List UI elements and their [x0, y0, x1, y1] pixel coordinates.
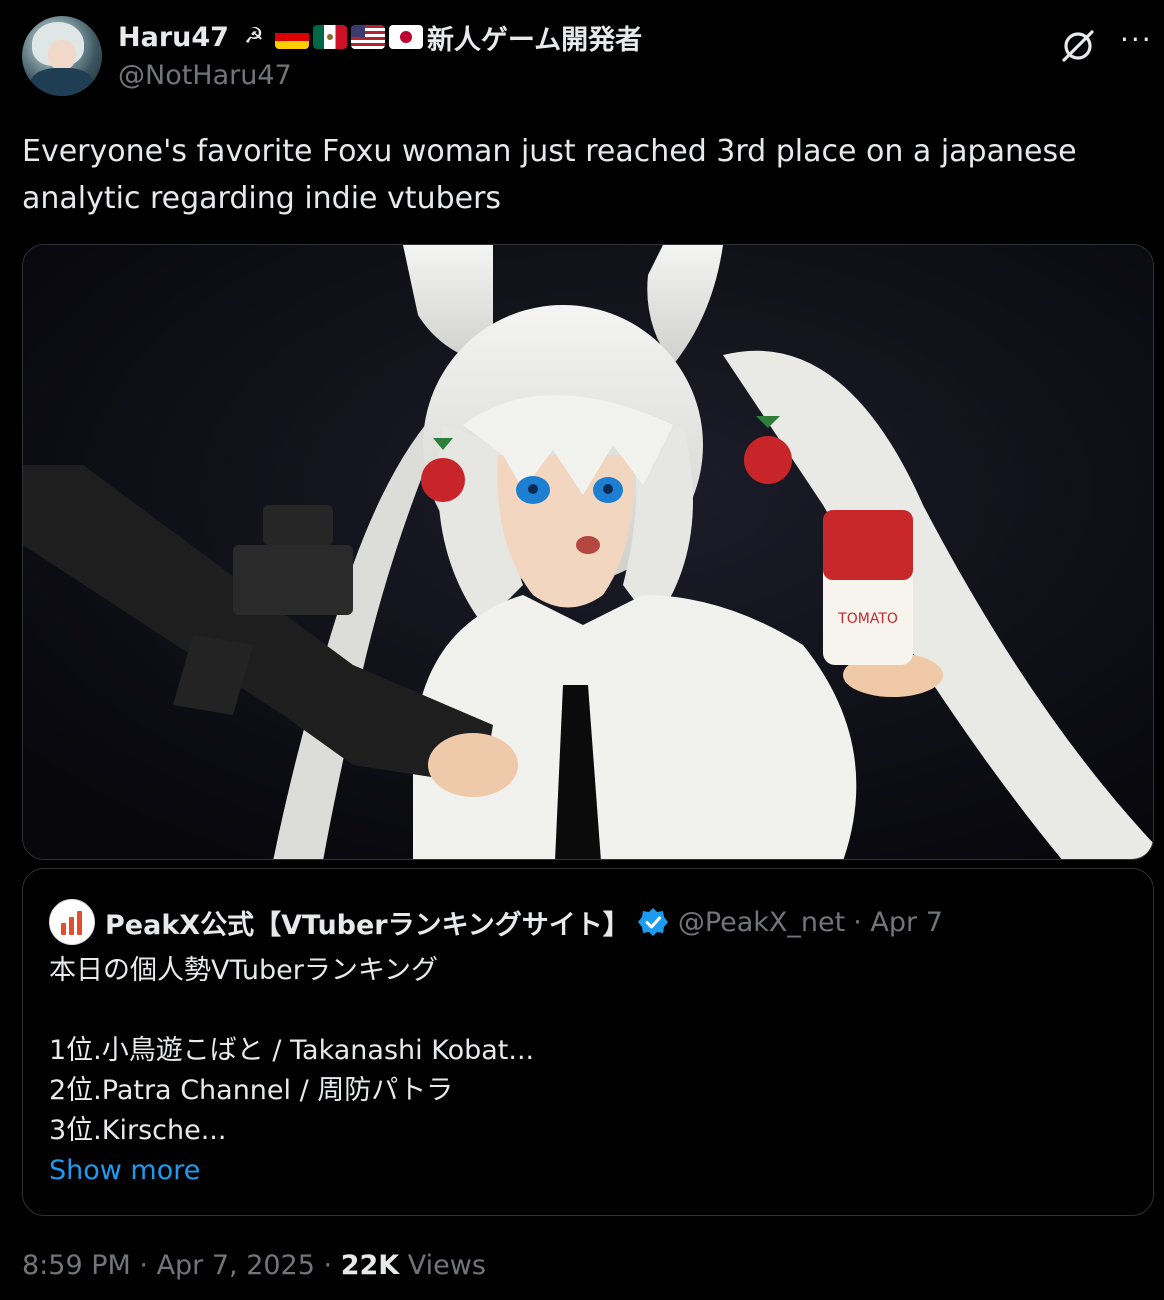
- quote-line: 1位.小鳥遊こばと / Takanashi Kobat...: [49, 1035, 535, 1066]
- peakx-avatar[interactable]: [49, 899, 95, 945]
- quoted-tweet[interactable]: PeakX公式【VTuberランキングサイト】 @PeakX_net · Apr…: [22, 868, 1154, 1216]
- quote-line: 2位.Patra Channel / 周防パトラ: [49, 1075, 454, 1106]
- grok-icon[interactable]: [1058, 26, 1098, 66]
- quote-line: 本日の個人勢VTuberランキング: [49, 955, 439, 986]
- symbol-icon: ☭: [244, 25, 264, 49]
- tweet-time[interactable]: 8:59 PM: [22, 1250, 131, 1281]
- tweet-header: Haru47 ☭ 新人ゲーム開発者 @NotHaru47 ···: [22, 16, 1151, 98]
- quoted-author-handle[interactable]: @PeakX_net: [678, 907, 845, 938]
- author-handle[interactable]: @NotHaru47: [118, 60, 642, 91]
- author-name-suffix: 新人ゲーム開発者: [426, 24, 643, 56]
- tweet-date[interactable]: Apr 7, 2025: [157, 1250, 315, 1281]
- quote-line: [49, 991, 1129, 1031]
- quote-line: 3位.Kirsche...: [49, 1115, 227, 1146]
- quoted-tweet-text: 本日の個人勢VTuberランキング 1位.小鳥遊こばと / Takanashi …: [49, 951, 1129, 1191]
- verified-badge-icon: [637, 908, 668, 936]
- usa-flag-icon: [350, 25, 385, 49]
- quoted-author-name[interactable]: PeakX公式【VTuberランキングサイト】: [105, 903, 630, 942]
- can-label: TOMATO: [837, 611, 898, 627]
- tweet-photo[interactable]: TOMATO: [22, 244, 1154, 860]
- figure-photo: TOMATO: [23, 245, 1153, 859]
- quoted-tweet-header: PeakX公式【VTuberランキングサイト】 @PeakX_net · Apr…: [49, 899, 943, 945]
- tweet-meta: 8:59 PM · Apr 7, 2025 · 22K Views: [22, 1250, 486, 1281]
- views-count: 22K: [340, 1250, 400, 1281]
- views-label: Views: [407, 1250, 486, 1281]
- author-names: Haru47 ☭ 新人ゲーム開発者 @NotHaru47: [118, 18, 642, 92]
- tweet-text: Everyone's favorite Foxu woman just reac…: [22, 134, 1077, 216]
- show-more-link[interactable]: Show more: [49, 1151, 1129, 1191]
- quoted-tweet-date[interactable]: · Apr 7: [853, 907, 943, 938]
- japan-flag-icon: [388, 25, 423, 49]
- mexico-flag-icon: [312, 25, 347, 49]
- author-avatar[interactable]: [22, 16, 102, 96]
- more-icon[interactable]: ···: [1120, 26, 1151, 60]
- germany-flag-icon: [274, 25, 309, 49]
- author-display-name[interactable]: Haru47 ☭ 新人ゲーム開発者: [118, 18, 642, 56]
